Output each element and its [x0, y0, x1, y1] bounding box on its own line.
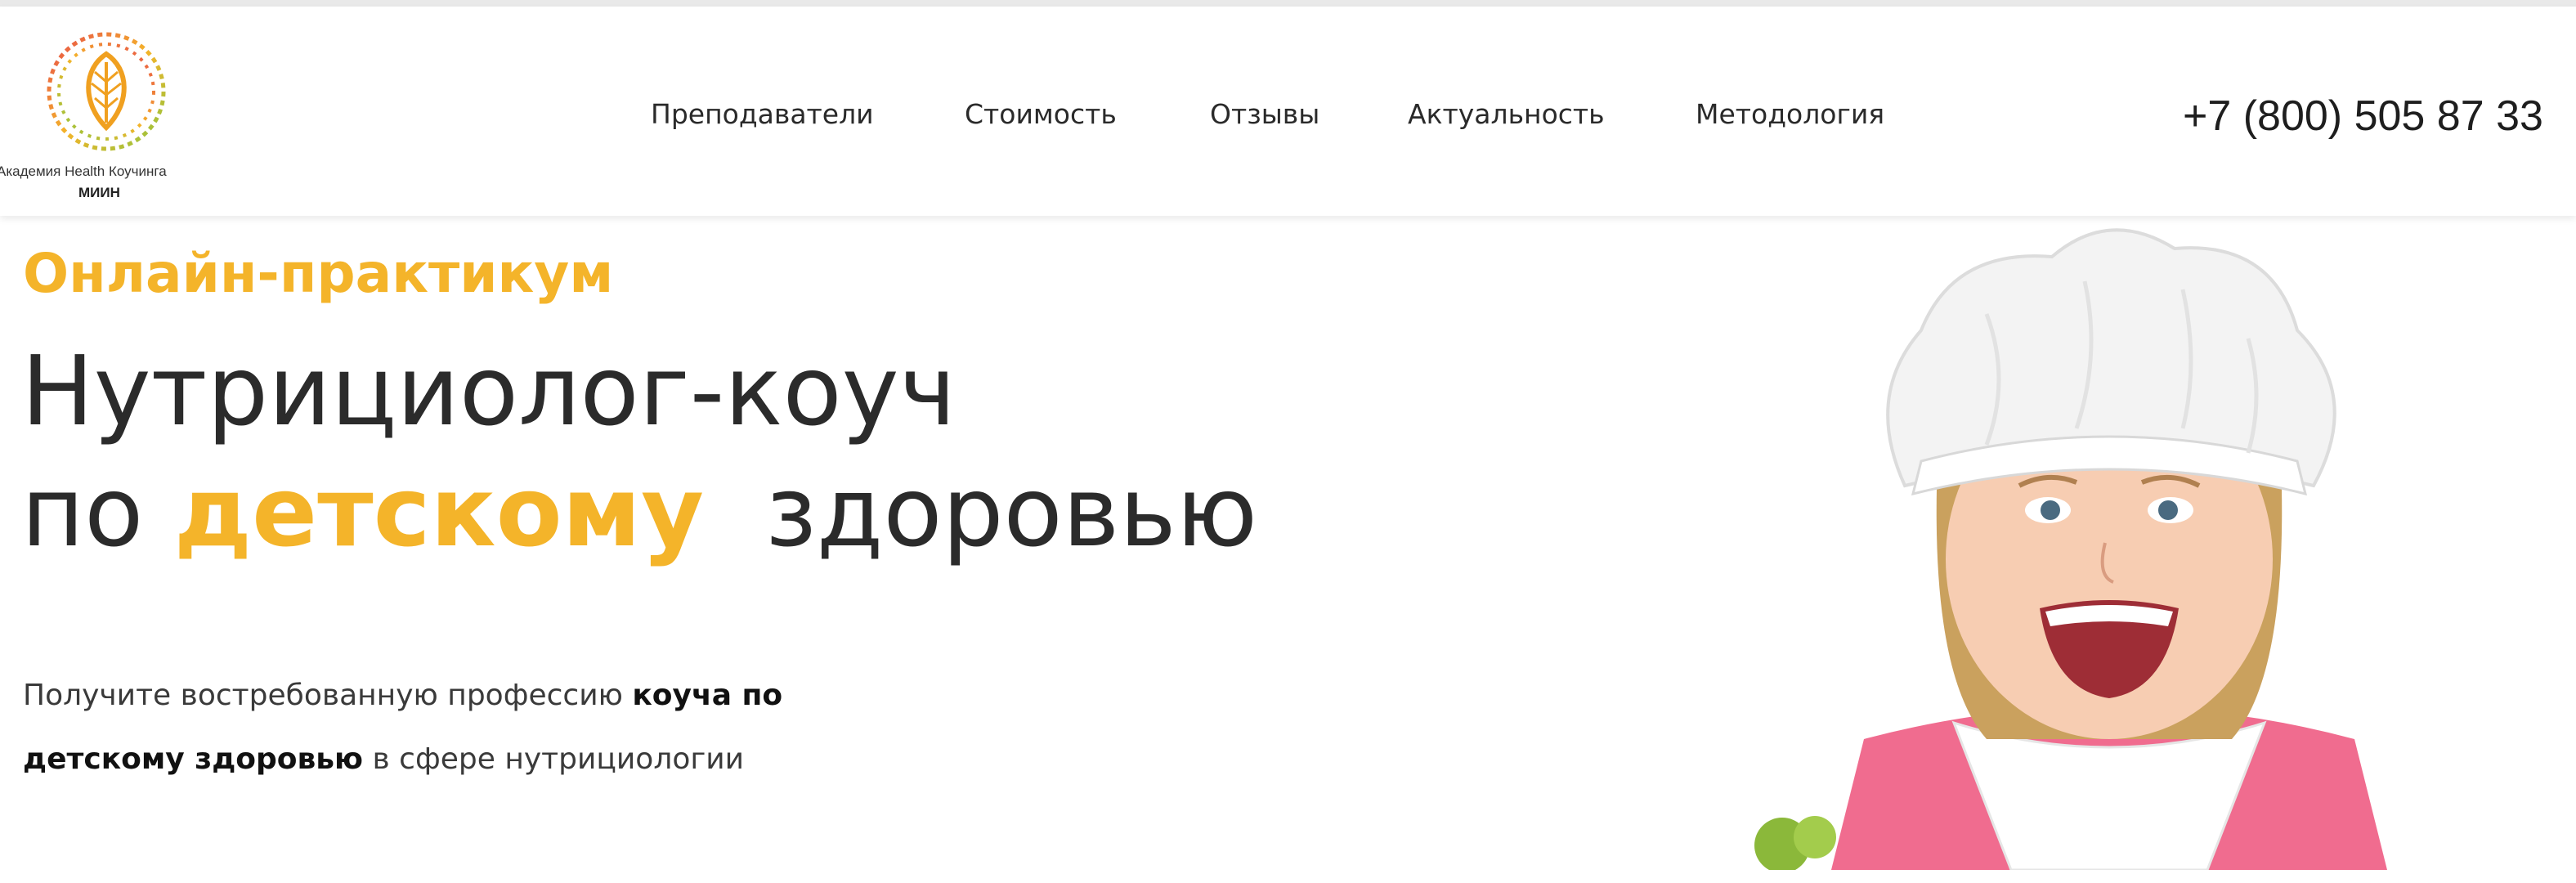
top-border — [0, 0, 2576, 7]
hero-eyebrow: Онлайн-практикум — [23, 242, 614, 305]
site-header: Академия Health Коучинга МИИН Преподават… — [0, 7, 2576, 216]
child-chef-photo — [1754, 228, 2387, 870]
logo-brand: МИИН — [78, 185, 120, 200]
sub-part2: в сфере нутрициологии — [372, 742, 745, 776]
headline-accent: детскому — [173, 455, 705, 568]
hero-headline: Нутрициолог-коуч по детскому здоровью — [21, 330, 1257, 572]
nav-item-reviews[interactable]: Отзывы — [1210, 98, 1319, 130]
headline-line1: Нутрициолог-коуч — [21, 334, 956, 447]
nav-item-pricing[interactable]: Стоимость — [965, 98, 1117, 130]
nav-item-relevance[interactable]: Актуальность — [1408, 98, 1605, 130]
sub-part1: Получите востребованную профессию — [23, 679, 623, 712]
hero-section: Онлайн-практикум Нутрициолог-коуч по дет… — [0, 216, 2576, 883]
sub-bold1: коуча по — [632, 679, 783, 712]
leaf-dna-logo-icon — [47, 32, 166, 151]
logo-caption: Академия Health Коучинга — [0, 164, 167, 179]
nav-item-teachers[interactable]: Преподаватели — [651, 98, 874, 130]
headline-prefix: по — [21, 455, 144, 568]
phone-number[interactable]: +7 (800) 505 87 33 — [2183, 92, 2543, 141]
logo[interactable]: Академия Health Коучинга МИИН — [0, 16, 229, 213]
sub-bold2: детскому здоровью — [23, 742, 364, 776]
hero-subtitle: Получите востребованную профессию коуча … — [23, 664, 922, 791]
headline-suffix: здоровью — [765, 455, 1258, 568]
nav-item-methodology[interactable]: Методология — [1696, 98, 1884, 130]
